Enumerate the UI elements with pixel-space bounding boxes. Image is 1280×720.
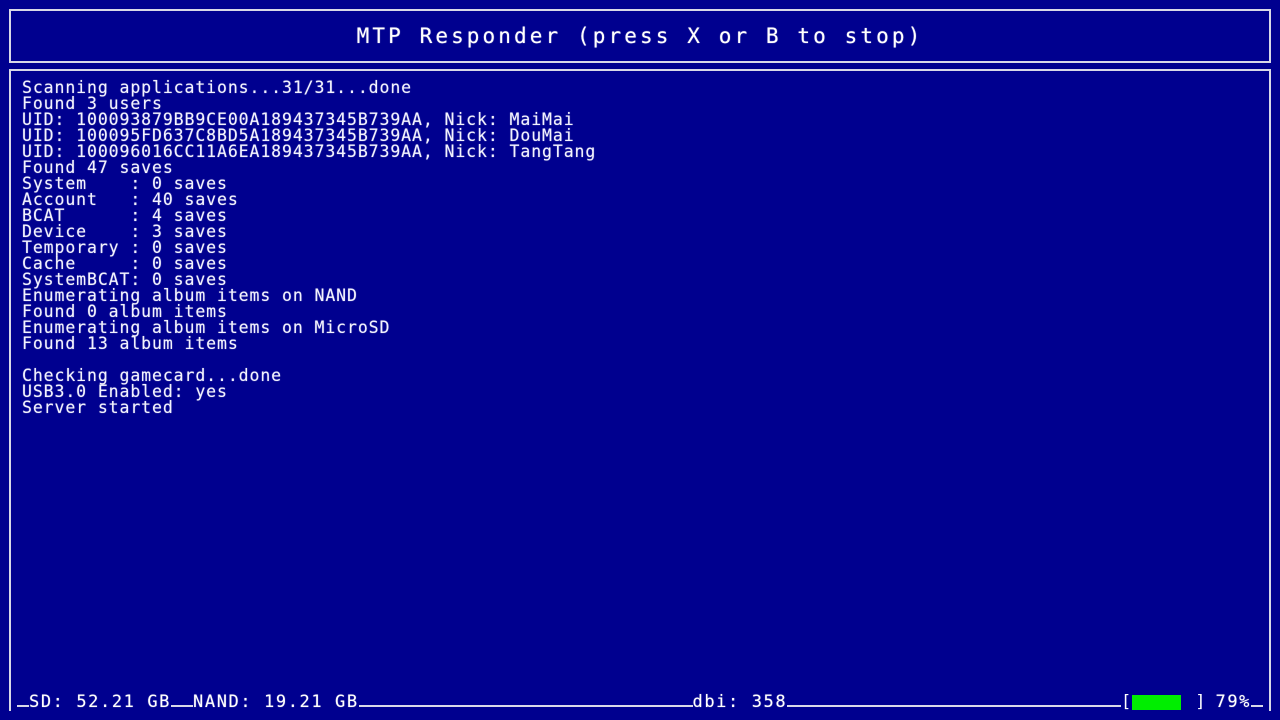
nand-capacity-label: NAND: 19.21 GB (193, 692, 359, 712)
status-rule-3 (787, 705, 1121, 707)
console-screen: MTP Responder (press X or B to stop) Sca… (0, 0, 1280, 720)
dbi-count-label: dbi: 358 (692, 692, 788, 712)
console-log: Scanning applications...31/31...done Foun… (22, 78, 1263, 417)
status-bar: SD: 52.21 GB NAND: 19.21 GB dbi: 358 [ ]… (9, 681, 1271, 711)
console-output-panel: Scanning applications...31/31...done Foun… (9, 69, 1271, 703)
battery-indicator: [ ] (1121, 693, 1206, 711)
status-rule-end (1251, 705, 1263, 707)
battery-track (1132, 694, 1195, 710)
battery-fill (1132, 694, 1182, 710)
console-line: Found 13 album items (22, 334, 239, 353)
status-rule-start (17, 705, 29, 707)
page-title: MTP Responder (press X or B to stop) (356, 24, 924, 48)
header-panel: MTP Responder (press X or B to stop) (9, 9, 1271, 63)
battery-bracket-close-icon: ] (1195, 692, 1206, 712)
status-rule-1 (171, 705, 194, 707)
sd-capacity-label: SD: 52.21 GB (29, 692, 172, 712)
status-rule-2 (358, 705, 693, 707)
console-line: UID: 100096016CC11A6EA189437345B739AA, N… (22, 142, 597, 161)
battery-percent-label: 79% (1215, 692, 1251, 712)
console-line: USB3.0 Enabled: yes (22, 382, 228, 401)
console-line: Server started (22, 398, 174, 417)
console-line: Scanning applications...31/31...done (22, 78, 413, 97)
battery-bracket-open-icon: [ (1120, 692, 1132, 712)
